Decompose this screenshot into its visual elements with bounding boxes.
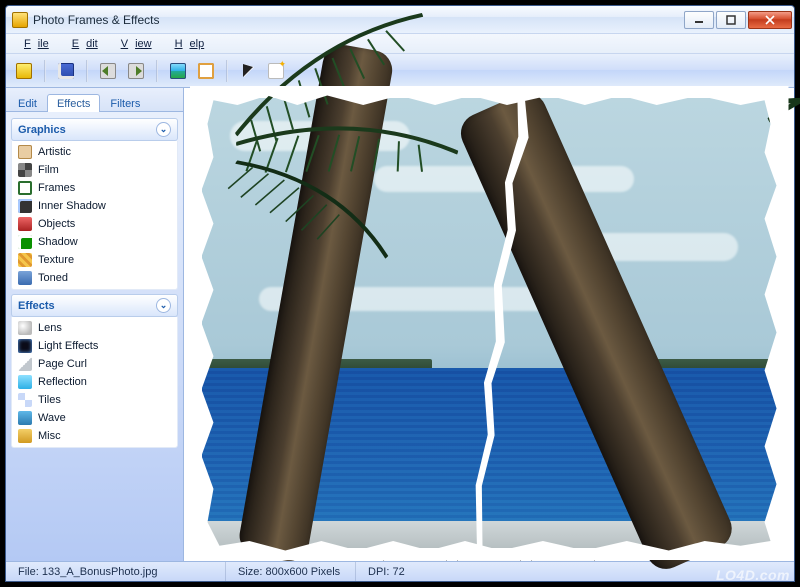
watermark: LO4D.com <box>716 567 790 583</box>
page-curl-icon <box>18 357 32 371</box>
texture-icon <box>18 253 32 267</box>
tiles-icon <box>18 393 32 407</box>
tab-filters[interactable]: Filters <box>100 94 150 112</box>
tab-edit[interactable]: Edit <box>8 94 47 112</box>
menu-file[interactable]: File <box>10 36 56 52</box>
undo-button[interactable] <box>96 59 120 83</box>
collapse-icon: ⌄ <box>156 122 171 137</box>
image-icon <box>170 63 186 79</box>
misc-icon <box>18 429 32 443</box>
side-tabs: Edit Effects Filters <box>6 88 183 112</box>
item-inner-shadow[interactable]: Inner Shadow <box>12 197 177 215</box>
separator <box>44 60 46 82</box>
item-lens[interactable]: Lens <box>12 319 177 337</box>
wave-icon <box>18 411 32 425</box>
objects-icon <box>18 217 32 231</box>
frames-icon <box>18 181 32 195</box>
image-button[interactable] <box>166 59 190 83</box>
tab-effects[interactable]: Effects <box>47 94 100 112</box>
item-frames[interactable]: Frames <box>12 179 177 197</box>
status-dpi: DPI: 72 <box>356 562 417 581</box>
close-button[interactable] <box>748 11 792 29</box>
side-panel: Edit Effects Filters Graphics ⌄ Artistic… <box>6 88 184 561</box>
status-file: File: 133_A_BonusPhoto.jpg <box>6 562 226 581</box>
menu-edit[interactable]: Edit <box>58 36 105 52</box>
shadow-icon <box>18 235 32 249</box>
item-objects[interactable]: Objects <box>12 215 177 233</box>
separator <box>156 60 158 82</box>
collapse-icon: ⌄ <box>156 298 171 313</box>
item-reflection[interactable]: Reflection <box>12 373 177 391</box>
frame-button[interactable] <box>194 59 218 83</box>
panel-head-graphics[interactable]: Graphics ⌄ <box>11 118 178 141</box>
palette-icon <box>18 145 32 159</box>
item-artistic[interactable]: Artistic <box>12 143 177 161</box>
inner-shadow-icon <box>18 199 32 213</box>
app-window: Photo Frames & Effects File Edit View He… <box>5 5 795 582</box>
undo-icon <box>100 63 116 79</box>
item-tiles[interactable]: Tiles <box>12 391 177 409</box>
maximize-button[interactable] <box>716 11 746 29</box>
minimize-button[interactable] <box>684 11 714 29</box>
lens-icon <box>18 321 32 335</box>
menu-help[interactable]: Help <box>161 36 212 52</box>
panel-body-effects: Lens Light Effects Page Curl Reflection … <box>11 317 178 448</box>
item-shadow[interactable]: Shadow <box>12 233 177 251</box>
redo-button[interactable] <box>124 59 148 83</box>
item-texture[interactable]: Texture <box>12 251 177 269</box>
item-wave[interactable]: Wave <box>12 409 177 427</box>
save-button[interactable] <box>54 59 78 83</box>
separator <box>86 60 88 82</box>
panel-title: Effects <box>18 300 55 312</box>
save-icon <box>58 63 74 79</box>
toned-icon <box>18 271 32 285</box>
item-toned[interactable]: Toned <box>12 269 177 287</box>
panel-body-graphics: Artistic Film Frames Inner Shadow Object… <box>11 141 178 290</box>
film-icon <box>18 163 32 177</box>
menu-view[interactable]: View <box>107 36 159 52</box>
item-film[interactable]: Film <box>12 161 177 179</box>
open-button[interactable] <box>12 59 36 83</box>
folder-open-icon <box>16 63 32 79</box>
panel-title: Graphics <box>18 124 66 136</box>
status-size: Size: 800x600 Pixels <box>226 562 356 581</box>
panel-head-effects[interactable]: Effects ⌄ <box>11 294 178 317</box>
reflection-icon <box>18 375 32 389</box>
light-icon <box>18 339 32 353</box>
redo-icon <box>128 63 144 79</box>
item-page-curl[interactable]: Page Curl <box>12 355 177 373</box>
photo-preview <box>202 98 777 548</box>
item-misc[interactable]: Misc <box>12 427 177 445</box>
canvas[interactable] <box>184 88 794 558</box>
app-icon <box>12 12 28 28</box>
item-light-effects[interactable]: Light Effects <box>12 337 177 355</box>
frame-icon <box>198 63 214 79</box>
